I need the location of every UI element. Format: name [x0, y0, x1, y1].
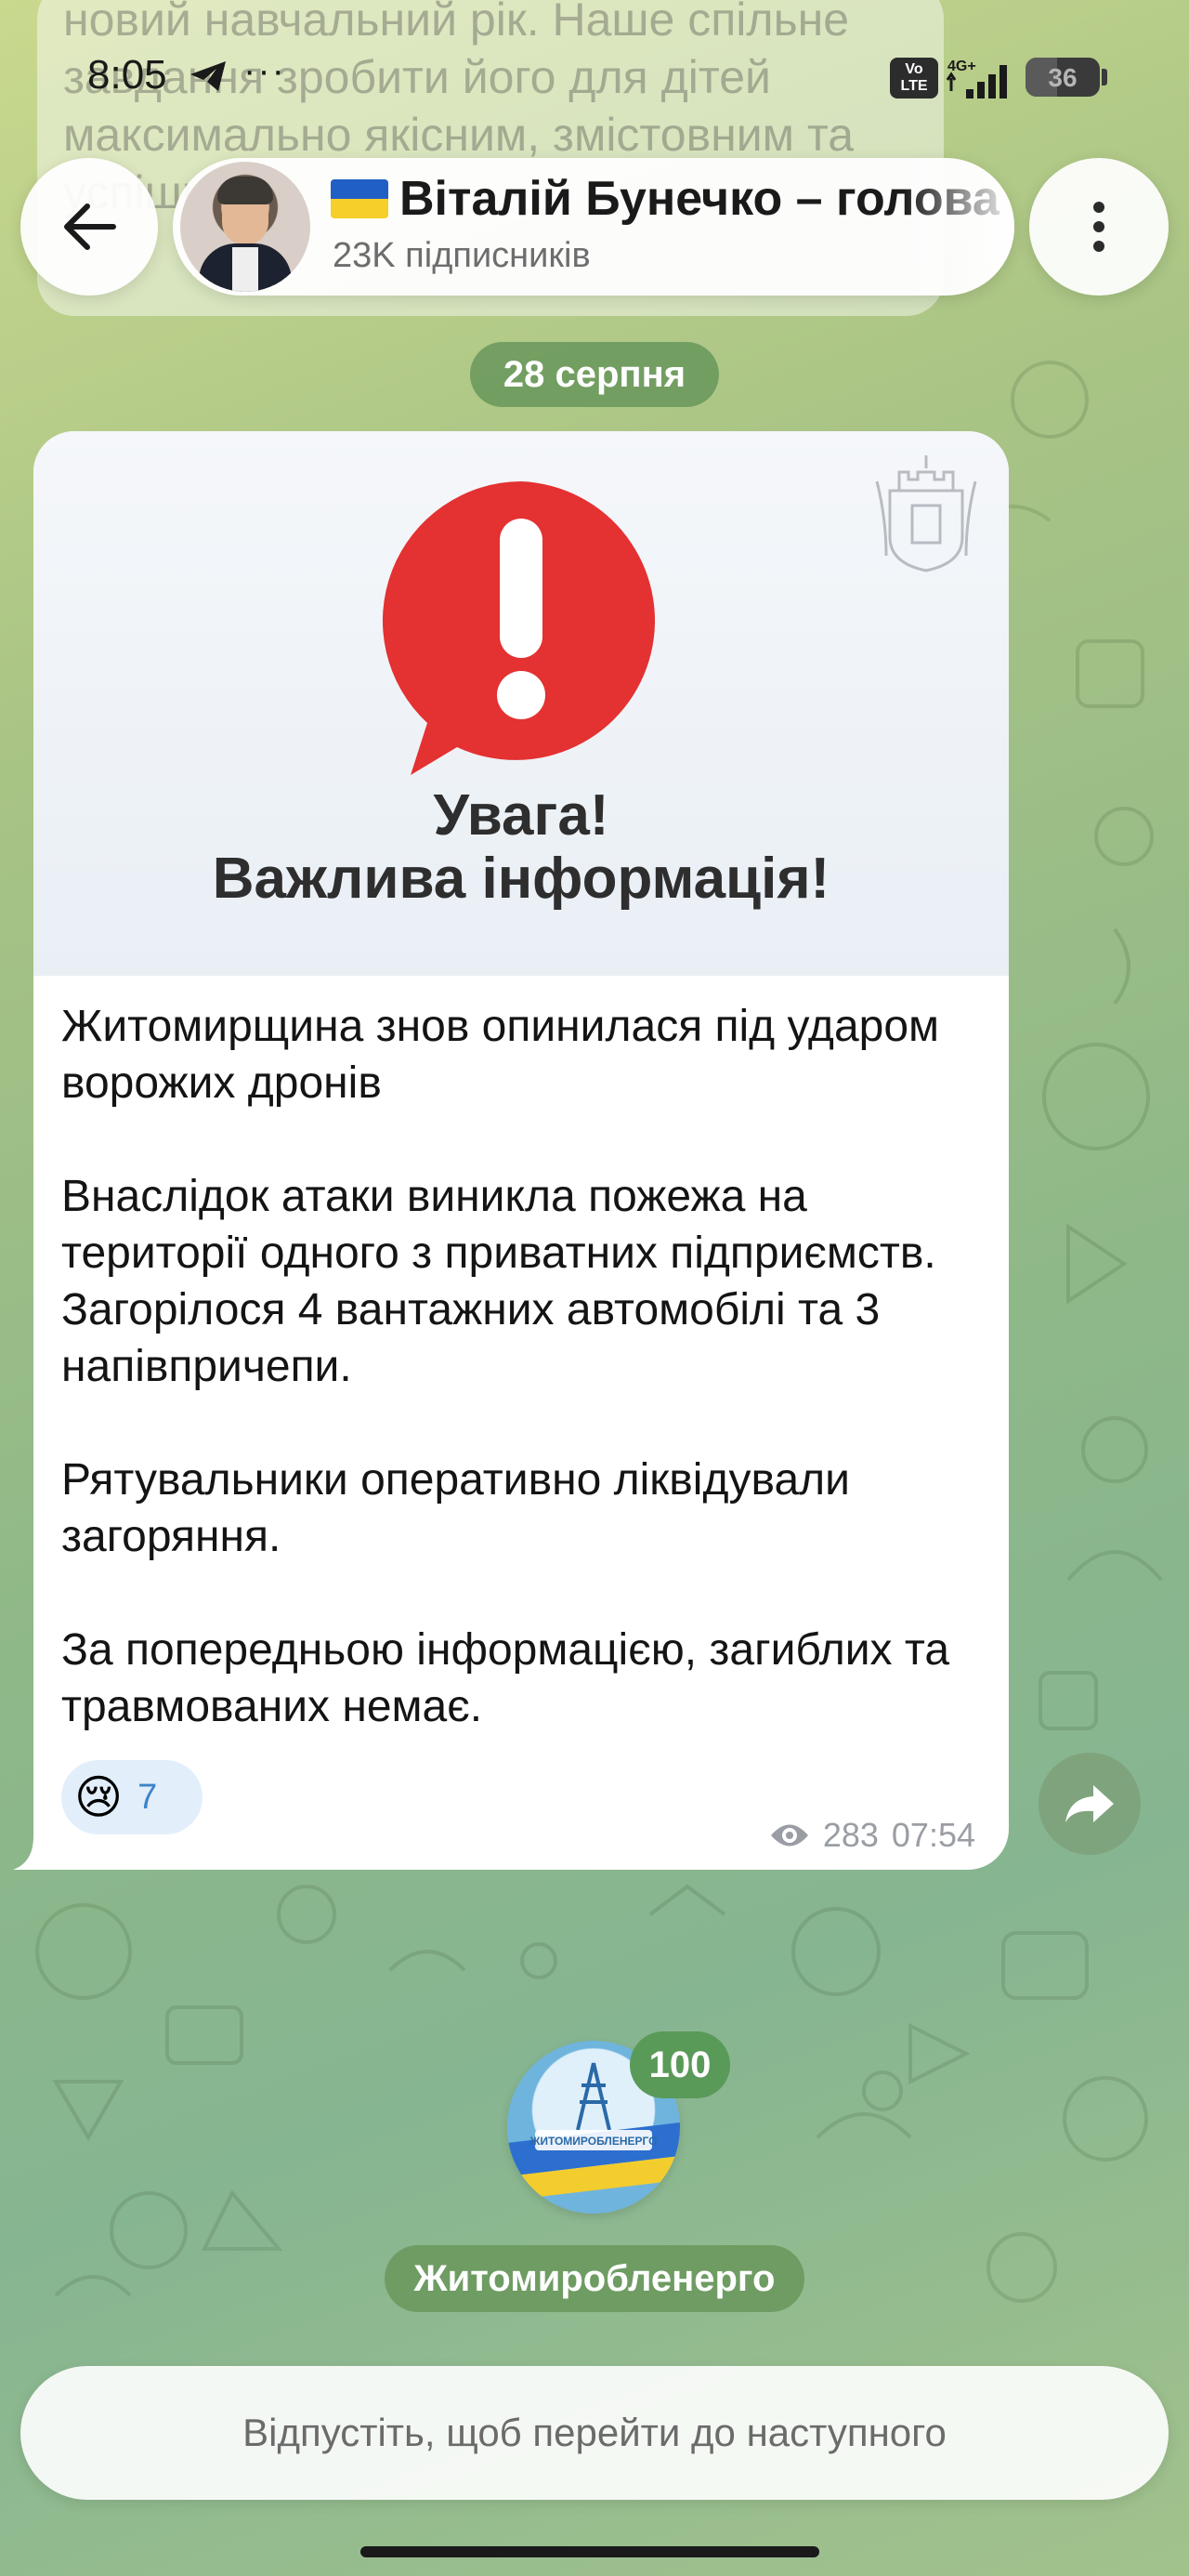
battery-level: 36: [1048, 63, 1078, 92]
date-separator: 28 серпня: [470, 342, 719, 407]
message-paragraph: За попередньою інформацією, загиблих та …: [61, 1625, 950, 1731]
reaction-chip[interactable]: 😢 7: [61, 1760, 203, 1834]
battery-tip: [1102, 69, 1107, 85]
more-options-button[interactable]: [1029, 158, 1169, 296]
channel-header[interactable]: Віталій Бунечко – голова 23K підписників: [173, 158, 1014, 296]
view-count: 283: [822, 1816, 879, 1854]
signal-icon: 4G+: [946, 59, 1007, 99]
message-paragraph: Внаслідок атаки виникла пожежа на терито…: [61, 1172, 936, 1391]
message-text: Житомирщина знов опинилася під ударом во…: [61, 998, 990, 1735]
unread-count-badge: 100: [630, 2031, 730, 2098]
status-bar: 8:05 ··· Vo LTE 4G+ 36: [0, 0, 1189, 158]
more-notifications-icon: ···: [243, 50, 286, 91]
eye-icon: [770, 1824, 808, 1847]
next-channel-name[interactable]: Житомиробленерго: [385, 2245, 804, 2312]
release-to-next-channel-bar[interactable]: Відпустіть, щоб перейти до наступного: [20, 2366, 1169, 2500]
image-headline-line2: Важлива інформація!: [212, 847, 830, 911]
status-time: 8:05: [87, 52, 167, 98]
image-headline-line1: Увага!: [433, 783, 609, 848]
share-arrow-icon: [1065, 1785, 1114, 1822]
ukraine-flag-icon: [331, 179, 388, 218]
reaction-count: 7: [137, 1777, 158, 1817]
crying-emoji-icon: 😢: [74, 1771, 124, 1823]
coat-of-arms-icon: [875, 455, 977, 572]
message-paragraph: Житомирщина знов опинилася під ударом во…: [61, 1002, 940, 1108]
back-button[interactable]: [20, 158, 158, 296]
battery-icon: 36: [1026, 58, 1100, 97]
more-vertical-icon: [1093, 202, 1104, 213]
message-paragraph: Рятувальники оперативно ліквідували заго…: [61, 1455, 850, 1561]
subscriber-count: 23K підписників: [333, 236, 591, 275]
arrow-left-icon: [64, 204, 116, 250]
image-headline: Увага! Важлива інформація!: [33, 784, 1009, 911]
release-hint-text: Відпустіть, щоб перейти до наступного: [242, 2411, 947, 2454]
home-indicator[interactable]: [360, 2546, 819, 2557]
message-bubble[interactable]: Увага! Важлива інформація! Житомирщина з…: [33, 431, 1009, 1870]
next-channel-logo-text: ЖИТОМИРОБЛЕНЕРГО: [529, 2135, 657, 2148]
warning-exclamation-icon: [382, 481, 656, 775]
svg-text:4G+: 4G+: [947, 59, 976, 74]
share-button[interactable]: [1039, 1753, 1141, 1855]
volte-icon: Vo LTE: [890, 58, 938, 99]
message-meta: 283 07:54: [769, 1816, 975, 1855]
telegram-notification-icon: [190, 61, 226, 91]
message-time: 07:54: [891, 1816, 975, 1854]
channel-avatar[interactable]: [180, 162, 310, 292]
post-image[interactable]: Увага! Важлива інформація!: [33, 431, 1009, 976]
